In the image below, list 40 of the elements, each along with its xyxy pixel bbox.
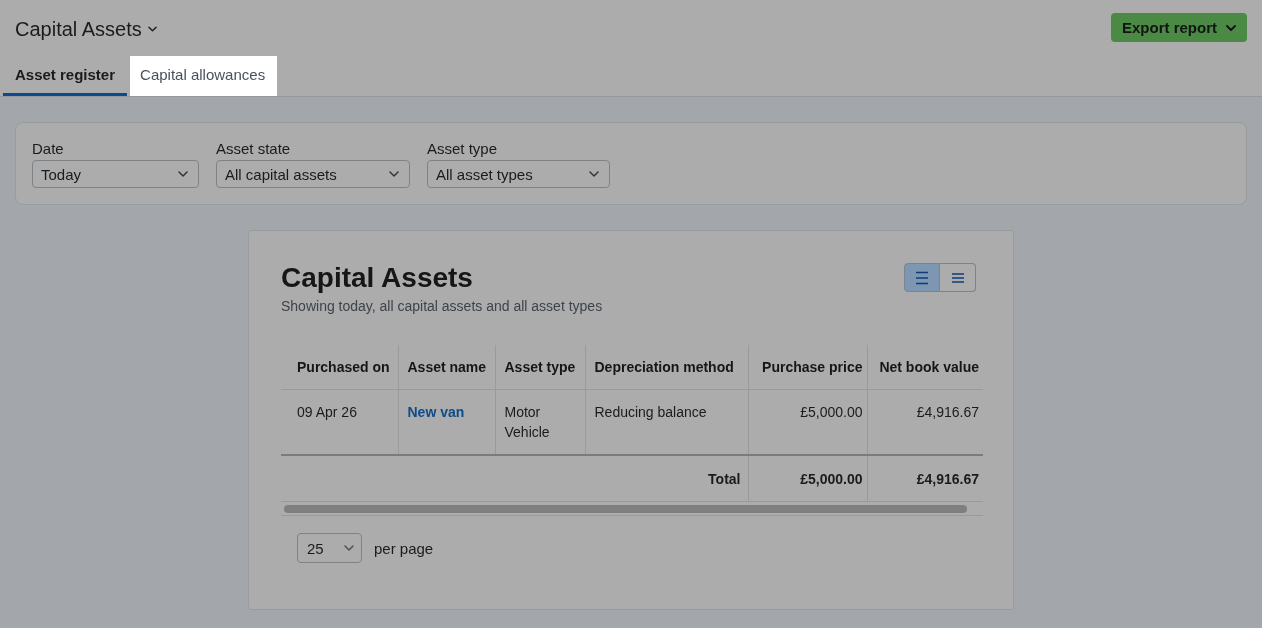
filter-label: Date [32,140,65,158]
filter-dropdown[interactable]: All asset types [427,160,610,188]
asset-link[interactable]: New van [407,404,465,420]
chevron-down-icon [389,171,399,177]
chevron-down-icon [178,171,188,177]
caret-icon [1226,24,1236,31]
column-header: Depreciation method [585,345,748,390]
view-toggle-button[interactable] [904,263,940,292]
export-report-button[interactable]: Export report [1111,13,1247,42]
caret-icon [147,26,157,32]
column-header: Purchase price [748,345,867,390]
filter-dropdown[interactable]: Today [32,160,199,188]
total-cell: £4,916.67 [867,455,983,502]
table-cell: Reducing balance [585,389,748,455]
report-subtitle: Showing today, all capital assets and all asset types [281,297,603,315]
chevron-down-icon [344,545,354,551]
filter-dropdown[interactable]: All capital assets [216,160,410,188]
table-cell: £4,916.67 [867,389,983,455]
lines-icon [950,272,965,283]
tab[interactable]: Capital allowances [130,56,278,96]
spaced-lines-icon [915,270,929,285]
filter-label: Asset state [216,140,292,158]
table-cell: 09 Apr 26 [281,389,398,455]
report-title: Capital Assets [281,261,474,295]
column-header: Asset name [398,345,495,390]
total-label: Total [281,455,748,502]
view-toggle-button[interactable] [940,263,976,292]
total-cell: £5,000.00 [748,455,867,502]
tab[interactable]: Asset register [3,56,128,96]
column-header: Asset type [495,345,585,390]
column-header: Purchased on [281,345,398,390]
chevron-down-icon [589,171,599,177]
page-size-dropdown[interactable]: 25 [297,533,362,563]
table-cell: Motor Vehicle [495,389,585,455]
per-page-label: per page [374,539,434,557]
column-header: Net book value [867,345,983,390]
page-title-dropdown[interactable]: Capital Assets [15,17,157,41]
table-cell: £5,000.00 [748,389,867,455]
filter-label: Asset type [427,140,499,158]
scrollbar-thumb[interactable] [284,504,967,513]
